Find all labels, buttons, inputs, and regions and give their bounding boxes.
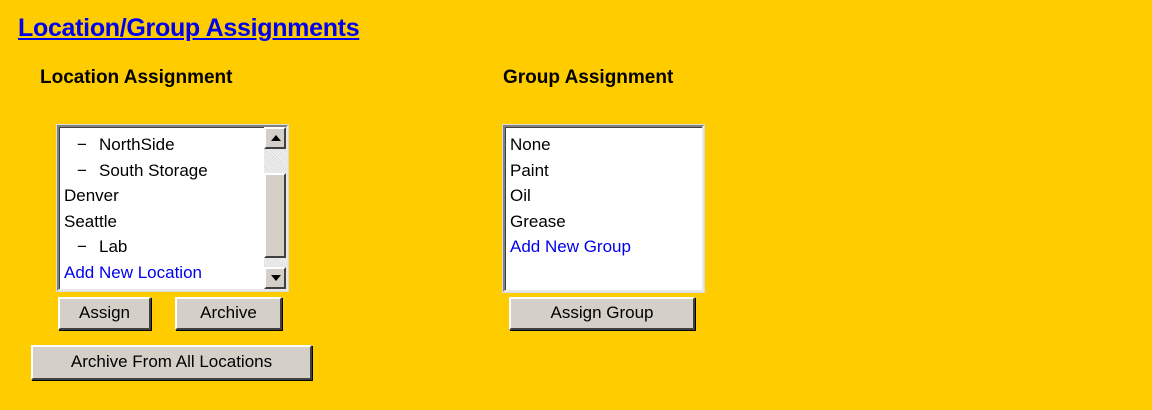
list-item-label: Add New Location (64, 262, 202, 282)
group-list-item[interactable]: Paint (510, 158, 702, 184)
group-listbox[interactable]: None Paint Oil Grease Add New Group (503, 125, 704, 292)
group-list-item[interactable]: Oil (510, 183, 702, 209)
list-item-label: NorthSide (99, 135, 175, 154)
child-dash-marker: − (77, 237, 87, 256)
location-assignment-heading: Location Assignment (40, 67, 233, 88)
location-listbox[interactable]: − NorthSide − South Storage Denver Seattle − La… (57, 125, 288, 291)
location-list-item[interactable]: Seattle (64, 209, 286, 235)
add-new-group-item[interactable]: Add New Group (510, 234, 702, 260)
group-list-item[interactable]: None (510, 132, 702, 158)
group-list-item[interactable]: Grease (510, 209, 702, 235)
child-dash-marker: − (77, 135, 87, 154)
location-list-item[interactable]: Denver (64, 183, 286, 209)
location-list-item[interactable]: − NorthSide (64, 132, 286, 158)
assign-button[interactable]: Assign (58, 297, 151, 330)
arrow-down-icon (271, 275, 281, 281)
assign-group-button[interactable]: Assign Group (509, 297, 695, 330)
page-title[interactable]: Location/Group Assignments (18, 14, 360, 43)
list-item-label: Seattle (64, 211, 117, 231)
add-new-location-item[interactable]: Add New Location (64, 260, 286, 286)
list-item-label: Lab (99, 237, 128, 256)
scroll-thumb[interactable] (264, 173, 286, 258)
group-assignment-heading: Group Assignment (503, 67, 674, 88)
location-list-item[interactable]: − Lab (64, 234, 286, 260)
location-list-items: − NorthSide − South Storage Denver Seattle − La… (64, 132, 286, 285)
location-scrollbar[interactable] (264, 127, 286, 289)
archive-from-all-locations-button[interactable]: Archive From All Locations (31, 345, 312, 380)
group-list-items: None Paint Oil Grease Add New Group (510, 132, 702, 260)
list-item-label: Denver (64, 186, 119, 205)
list-item-label: South Storage (99, 160, 208, 180)
scroll-down-button[interactable] (264, 267, 286, 289)
scroll-up-button[interactable] (264, 127, 286, 149)
location-list-item[interactable]: − South Storage (64, 158, 286, 184)
archive-button[interactable]: Archive (175, 297, 282, 330)
arrow-up-icon (271, 135, 281, 141)
child-dash-marker: − (77, 160, 87, 180)
